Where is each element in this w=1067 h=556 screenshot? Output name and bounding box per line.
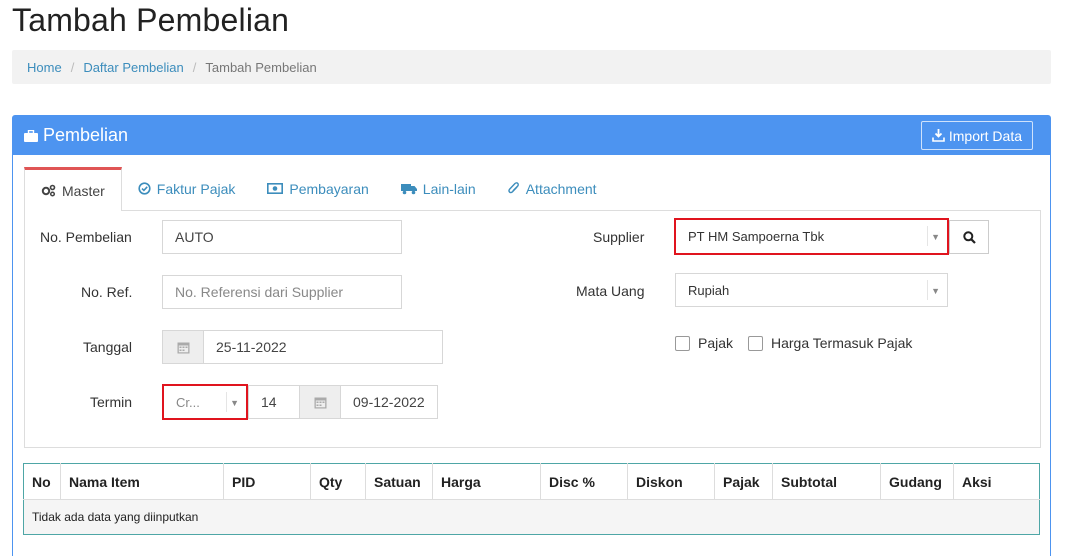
tab-label: Master bbox=[62, 182, 105, 199]
page-title: Tambah Pembelian bbox=[12, 2, 290, 38]
harga-termasuk-pajak-label: Harga Termasuk Pajak bbox=[771, 335, 913, 351]
column-header: Aksi bbox=[953, 463, 1040, 500]
tab-attachment[interactable]: Attachment bbox=[492, 167, 613, 210]
tab-label: Attachment bbox=[525, 180, 597, 197]
mata-uang-value: Rupiah bbox=[688, 282, 730, 298]
truck-icon bbox=[400, 183, 417, 194]
no-pembelian-label: No. Pembelian bbox=[40, 229, 132, 245]
checkbox-box[interactable] bbox=[675, 335, 690, 351]
search-icon bbox=[962, 230, 976, 244]
termin-days-input[interactable]: 14 bbox=[248, 385, 300, 419]
column-header: Qty bbox=[310, 463, 366, 500]
no-ref-input[interactable]: No. Referensi dari Supplier bbox=[162, 275, 402, 309]
chevron-down-icon: ▼ bbox=[230, 398, 239, 408]
column-header: PID bbox=[223, 463, 311, 500]
tab-lain-lain[interactable]: Lain-lain bbox=[385, 167, 492, 210]
select-divider bbox=[927, 226, 928, 246]
items-table: No Nama Item PID Qty Satuan Harga Disc %… bbox=[23, 463, 1040, 535]
table-header-row: No Nama Item PID Qty Satuan Harga Disc %… bbox=[23, 463, 1040, 500]
column-header: Harga bbox=[432, 463, 541, 500]
column-header: Pajak bbox=[714, 463, 773, 500]
tab-label: Faktur Pajak bbox=[156, 180, 236, 197]
column-header: Nama Item bbox=[60, 463, 224, 500]
checkbox-box[interactable] bbox=[748, 335, 763, 351]
download-icon bbox=[932, 129, 945, 142]
tab-master[interactable]: Master bbox=[24, 167, 122, 211]
import-data-button[interactable]: Import Data bbox=[920, 121, 1033, 150]
calendar-icon bbox=[177, 342, 189, 353]
termin-due-date-input[interactable]: 09-12-2022 bbox=[340, 385, 438, 419]
cogs-icon bbox=[41, 184, 56, 197]
termin-type-select[interactable]: Cr... ▼ bbox=[162, 384, 248, 420]
no-ref-label: No. Ref. bbox=[81, 284, 133, 300]
supplier-label: Supplier bbox=[593, 229, 645, 245]
briefcase-icon bbox=[24, 129, 38, 142]
termin-type-value: Cr... bbox=[176, 394, 200, 410]
supplier-search-button[interactable] bbox=[949, 220, 989, 254]
pajak-checkbox-label: Pajak bbox=[698, 335, 734, 351]
supplier-select[interactable]: PT HM Sampoerna Tbk ▼ bbox=[674, 218, 949, 255]
select-divider bbox=[927, 280, 928, 300]
tab-label: Lain-lain bbox=[422, 180, 476, 197]
column-header: No bbox=[23, 463, 61, 500]
panel-title: Pembelian bbox=[24, 125, 128, 146]
pajak-checkbox[interactable]: Pajak bbox=[675, 335, 733, 351]
select-divider bbox=[226, 392, 227, 412]
paperclip-icon bbox=[508, 181, 519, 193]
empty-table-message: Tidak ada data yang diinputkan bbox=[23, 499, 1040, 535]
table-row: Tidak ada data yang diinputkan bbox=[23, 499, 1040, 535]
tab-pembayaran[interactable]: Pembayaran bbox=[251, 167, 384, 210]
check-circle-icon bbox=[138, 182, 151, 195]
column-header: Disc % bbox=[540, 463, 628, 500]
column-header: Subtotal bbox=[772, 463, 881, 500]
breadcrumb-home[interactable]: Home bbox=[27, 60, 62, 75]
breadcrumb-separator: / bbox=[192, 59, 197, 75]
termin-label: Termin bbox=[90, 394, 133, 410]
panel-title-label: Pembelian bbox=[43, 125, 129, 145]
tanggal-input[interactable]: 25-11-2022 bbox=[203, 330, 443, 364]
import-data-label: Import Data bbox=[948, 127, 1022, 144]
breadcrumb: Home / Daftar Pembelian / Tambah Pembeli… bbox=[12, 50, 1051, 84]
tab-label: Pembayaran bbox=[289, 180, 369, 197]
mata-uang-select[interactable]: Rupiah ▼ bbox=[675, 273, 948, 307]
tab-faktur-pajak[interactable]: Faktur Pajak bbox=[122, 167, 252, 210]
money-icon bbox=[267, 183, 284, 194]
column-header: Gudang bbox=[880, 463, 954, 500]
column-header: Diskon bbox=[627, 463, 715, 500]
breadcrumb-separator: / bbox=[70, 59, 75, 75]
harga-termasuk-pajak-checkbox[interactable]: Harga Termasuk Pajak bbox=[748, 335, 912, 351]
breadcrumb-current: Tambah Pembelian bbox=[205, 59, 317, 75]
panel-heading: Pembelian Import Data bbox=[13, 116, 1050, 155]
tanggal-label: Tanggal bbox=[83, 339, 133, 355]
supplier-value: PT HM Sampoerna Tbk bbox=[688, 229, 825, 244]
chevron-down-icon: ▼ bbox=[931, 286, 940, 296]
termin-calendar-addon[interactable] bbox=[299, 385, 341, 419]
chevron-down-icon: ▼ bbox=[931, 232, 940, 242]
tanggal-calendar-addon[interactable] bbox=[162, 330, 204, 364]
column-header: Satuan bbox=[365, 463, 433, 500]
tabs: Master Faktur Pajak Pembayaran Lain-lain… bbox=[24, 167, 613, 211]
no-pembelian-input[interactable]: AUTO bbox=[162, 220, 402, 254]
breadcrumb-daftar-pembelian[interactable]: Daftar Pembelian bbox=[83, 60, 183, 75]
mata-uang-label: Mata Uang bbox=[576, 283, 645, 299]
calendar-icon bbox=[314, 397, 326, 408]
